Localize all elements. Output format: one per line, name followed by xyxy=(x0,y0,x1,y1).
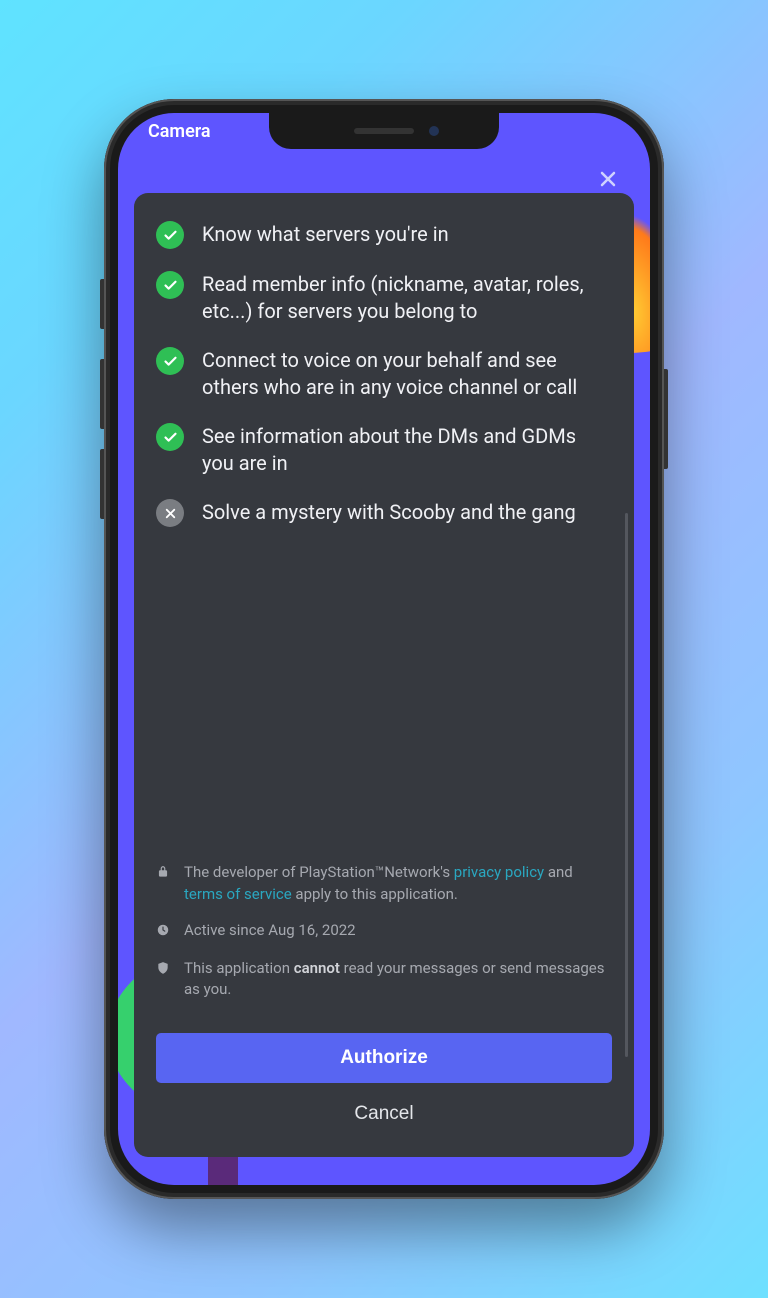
permission-item: See information about the DMs and GDMs y… xyxy=(156,423,612,477)
lock-icon xyxy=(156,864,172,886)
permission-item: Solve a mystery with Scooby and the gang xyxy=(156,499,612,527)
back-label[interactable]: Camera xyxy=(148,121,211,142)
terms-of-service-link[interactable]: terms of service xyxy=(184,885,292,903)
check-icon xyxy=(156,271,184,299)
scrollbar[interactable] xyxy=(625,513,628,1057)
permission-list: Know what servers you're in Read member … xyxy=(156,221,612,549)
check-icon xyxy=(156,423,184,451)
permission-text: Connect to voice on your behalf and see … xyxy=(202,347,612,401)
permission-item: Connect to voice on your behalf and see … xyxy=(156,347,612,401)
shield-icon xyxy=(156,960,172,982)
permission-item: Know what servers you're in xyxy=(156,221,612,249)
phone-volume-up xyxy=(100,359,104,429)
phone-mute-switch xyxy=(100,279,104,329)
footer-info: The developer of PlayStation™Network's p… xyxy=(156,862,612,1015)
check-icon xyxy=(156,221,184,249)
privacy-policy-link[interactable]: privacy policy xyxy=(454,863,544,881)
footer-cannot-strong: cannot xyxy=(294,959,340,977)
footer-dev-suffix: apply to this application. xyxy=(292,885,458,903)
footer-active-since: Active since Aug 16, 2022 xyxy=(184,920,356,942)
permission-text: See information about the DMs and GDMs y… xyxy=(202,423,612,477)
phone-power-button xyxy=(664,369,668,469)
permission-item: Read member info (nickname, avatar, role… xyxy=(156,271,612,325)
clock-icon xyxy=(156,922,172,944)
footer-cannot-prefix: This application xyxy=(184,959,294,977)
phone-frame: Camera Know what servers you're in Read … xyxy=(104,99,664,1199)
close-icon[interactable] xyxy=(596,165,620,198)
phone-notch xyxy=(269,113,499,149)
footer-active-row: Active since Aug 16, 2022 xyxy=(156,920,612,944)
footer-dev-prefix: The developer of PlayStation™Network's xyxy=(184,863,454,881)
footer-privacy-row: The developer of PlayStation™Network's p… xyxy=(156,862,612,906)
phone-screen: Camera Know what servers you're in Read … xyxy=(118,113,650,1185)
x-icon xyxy=(156,499,184,527)
check-icon xyxy=(156,347,184,375)
cancel-button[interactable]: Cancel xyxy=(156,1091,612,1137)
permission-text: Solve a mystery with Scooby and the gang xyxy=(202,499,576,526)
footer-cannot-row: This application cannot read your messag… xyxy=(156,958,612,1002)
authorize-modal: Know what servers you're in Read member … xyxy=(134,193,634,1157)
authorize-button[interactable]: Authorize xyxy=(156,1033,612,1083)
permission-text: Read member info (nickname, avatar, role… xyxy=(202,271,612,325)
permission-text: Know what servers you're in xyxy=(202,221,449,248)
footer-and: and xyxy=(544,863,573,881)
phone-volume-down xyxy=(100,449,104,519)
